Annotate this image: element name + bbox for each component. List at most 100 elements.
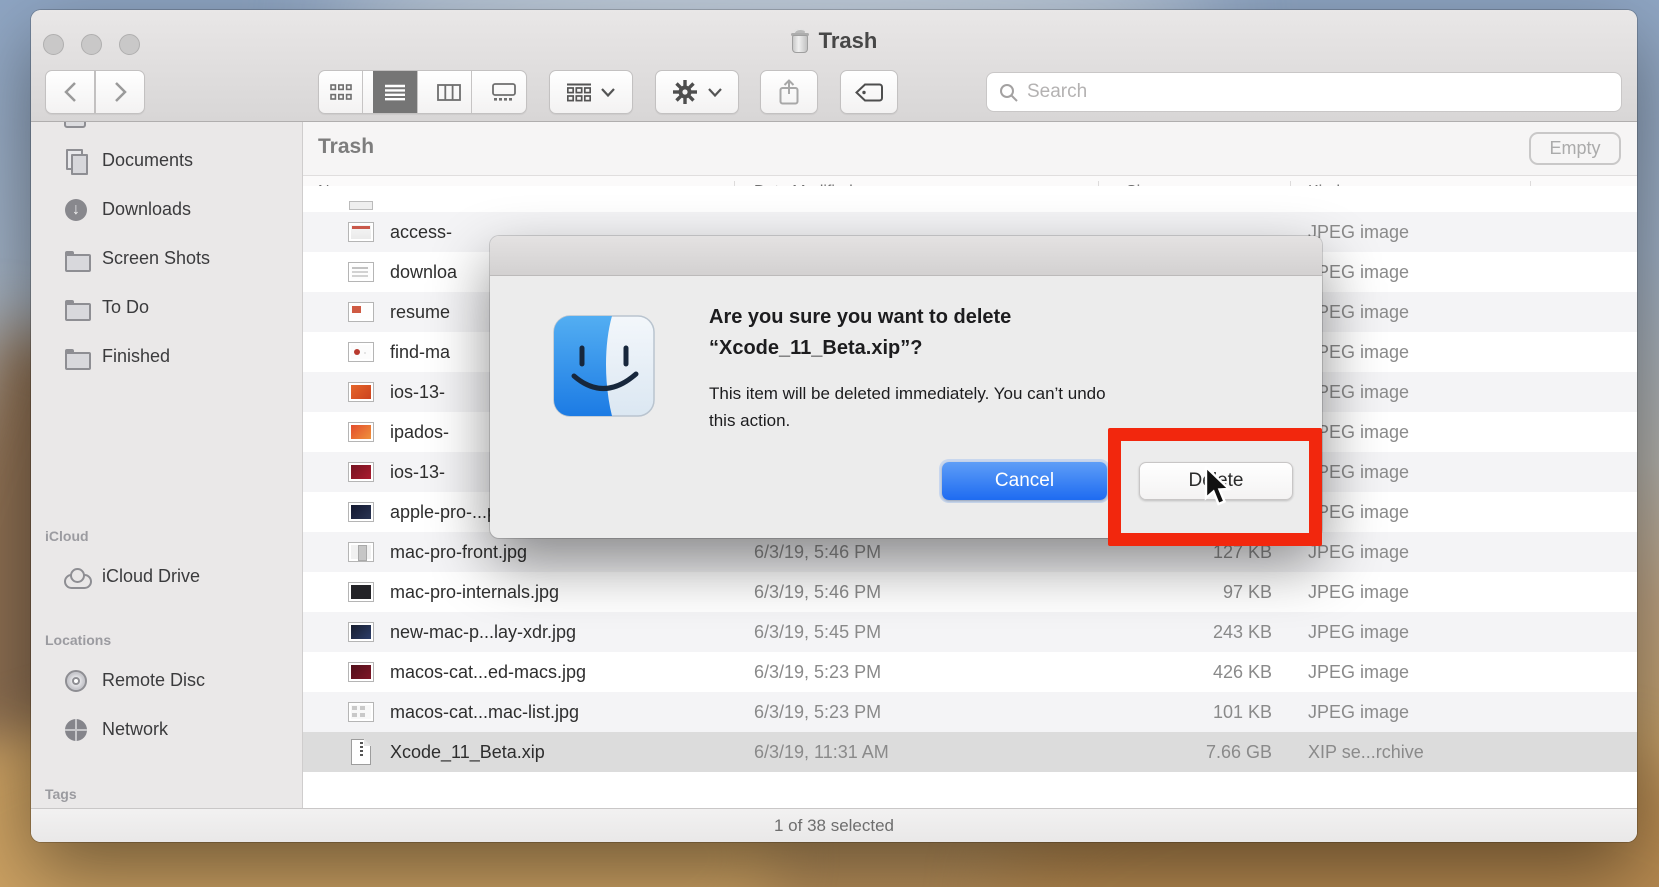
file-kind: JPEG image [1308, 422, 1409, 443]
column-view-icon [437, 84, 461, 101]
sidebar-item-icon [64, 296, 88, 320]
empty-trash-button[interactable]: Empty [1529, 132, 1621, 165]
cancel-button[interactable]: Cancel [942, 462, 1107, 500]
file-name: Xcode_11_Beta.xip [390, 742, 545, 763]
search-field[interactable] [986, 72, 1622, 112]
sidebar-item-icon [64, 149, 88, 173]
file-name: ios-13- [390, 382, 445, 403]
file-size: 7.66 GB [1152, 742, 1272, 763]
status-bar: 1 of 38 selected [31, 808, 1637, 842]
file-kind: JPEG image [1308, 342, 1409, 363]
title-bar: Trash [31, 10, 1637, 122]
selection-status: 1 of 38 selected [774, 816, 894, 836]
file-thumbnail-icon [348, 662, 374, 682]
forward-button[interactable] [95, 70, 145, 114]
dialog-title-bar [490, 236, 1322, 276]
sidebar-item-label: Network [102, 719, 168, 740]
file-date-modified: 6/3/19, 5:46 PM [754, 582, 881, 603]
file-thumbnail-icon [348, 262, 374, 282]
file-kind: JPEG image [1308, 542, 1409, 563]
desktop: Trash [0, 0, 1659, 887]
sidebar-item[interactable]: Remote Disc [31, 656, 302, 705]
search-icon [999, 83, 1018, 102]
icon-view-button[interactable] [319, 71, 363, 113]
share-button[interactable] [760, 70, 818, 114]
dialog-title-line1: Are you sure you want to delete [709, 302, 1011, 333]
file-date-modified: 6/3/19, 5:45 PM [754, 622, 881, 643]
sidebar-item-icon [64, 247, 88, 271]
table-row[interactable]: mac-pro-internals.jpg 6/3/19, 5:46 PM 97… [303, 572, 1637, 612]
sidebar-icloud-list: iCloud Drive [31, 552, 302, 601]
dialog-title-line2: “Xcode_11_Beta.xip”? [709, 333, 1011, 364]
sidebar-item-label: To Do [102, 297, 149, 318]
file-kind: JPEG image [1308, 582, 1409, 603]
sidebar-item-label: Downloads [102, 199, 191, 220]
action-menu-dropdown[interactable] [655, 70, 739, 114]
sidebar-locations-list: Remote Disc Network [31, 656, 302, 754]
file-size: 426 KB [1152, 662, 1272, 683]
file-size: 243 KB [1152, 622, 1272, 643]
search-input[interactable] [1027, 81, 1609, 103]
file-date-modified: 6/3/19, 5:46 PM [754, 542, 881, 563]
sidebar-item[interactable]: Network [31, 705, 302, 754]
clipped-sidebar-item-icon [64, 122, 86, 128]
sidebar-item[interactable]: To Do [31, 283, 302, 332]
file-name: resume [390, 302, 450, 323]
column-view-button[interactable] [428, 71, 472, 113]
file-thumbnail-icon [348, 462, 374, 482]
back-button[interactable] [45, 70, 95, 114]
table-row[interactable]: macos-cat...ed-macs.jpg 6/3/19, 5:23 PM … [303, 652, 1637, 692]
group-by-dropdown[interactable] [549, 70, 633, 114]
window-title: Trash [819, 28, 878, 54]
file-kind: XIP se...rchive [1308, 742, 1424, 763]
chevron-left-icon [64, 81, 77, 103]
file-name: mac-pro-internals.jpg [390, 582, 559, 603]
tag-icon [855, 83, 883, 102]
file-name: access- [390, 222, 452, 243]
file-thumbnail-icon [348, 502, 374, 522]
sidebar-item-icon [64, 345, 88, 369]
file-date-modified: 6/3/19, 5:23 PM [754, 662, 881, 683]
file-kind: JPEG image [1308, 262, 1409, 283]
file-name: mac-pro-front.jpg [390, 542, 527, 563]
gallery-view-icon [492, 83, 516, 101]
file-thumbnail-icon [348, 622, 374, 642]
file-name: ios-13- [390, 462, 445, 483]
sidebar-section-tags: Tags [31, 768, 302, 808]
table-row[interactable]: new-mac-p...lay-xdr.jpg 6/3/19, 5:45 PM … [303, 612, 1637, 652]
gallery-view-button[interactable] [482, 71, 526, 113]
grid-view-icon [330, 84, 352, 101]
list-view-button[interactable] [373, 71, 417, 113]
sidebar-item-label: Documents [102, 150, 193, 171]
sidebar-item[interactable]: Screen Shots [31, 234, 302, 283]
group-by-icon [567, 83, 591, 102]
sidebar-item-icon [64, 565, 88, 589]
file-kind: JPEG image [1308, 382, 1409, 403]
gear-icon [672, 79, 698, 105]
file-thumbnail-icon [351, 739, 371, 765]
location-title: Trash [318, 135, 374, 159]
file-thumbnail-icon [348, 222, 374, 242]
sidebar-item-label: iCloud Drive [102, 566, 200, 587]
sidebar-item-icon [64, 669, 88, 693]
chevron-down-icon [708, 88, 722, 97]
sidebar-item[interactable]: Downloads [31, 185, 302, 234]
file-kind: JPEG image [1308, 222, 1409, 243]
chevron-down-icon [601, 88, 615, 97]
file-name: downloa [390, 262, 457, 283]
file-name: macos-cat...ed-macs.jpg [390, 662, 586, 683]
sidebar-item[interactable]: Finished [31, 332, 302, 381]
mouse-cursor [1203, 466, 1233, 510]
file-name: ipados- [390, 422, 449, 443]
sidebar: Documents Downloads Screen Shots To Do F… [31, 122, 303, 808]
share-icon [779, 79, 799, 105]
file-thumbnail-icon [348, 382, 374, 402]
table-row[interactable]: mac-pro-front.jpg 6/3/19, 5:46 PM 127 KB… [303, 532, 1637, 572]
sidebar-item[interactable]: iCloud Drive [31, 552, 302, 601]
file-thumbnail-icon [348, 702, 374, 722]
tag-button[interactable] [840, 70, 898, 114]
table-row[interactable]: macos-cat...mac-list.jpg 6/3/19, 5:23 PM… [303, 692, 1637, 732]
table-row[interactable]: Xcode_11_Beta.xip 6/3/19, 11:31 AM 7.66 … [303, 732, 1637, 772]
sidebar-item[interactable]: Documents [31, 136, 302, 185]
file-name: find-ma [390, 342, 450, 363]
